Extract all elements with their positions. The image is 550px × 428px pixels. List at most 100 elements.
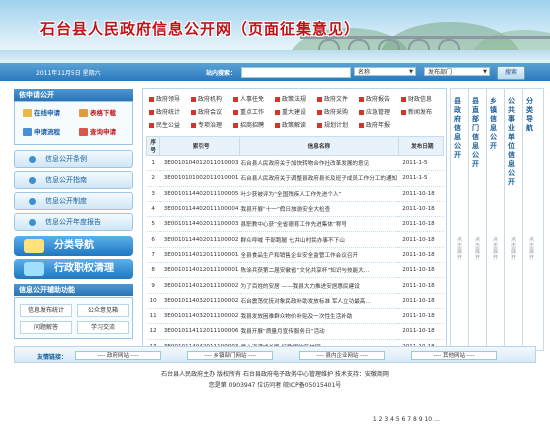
table-row[interactable]: 1 3E0010104012011010003 石台县人民政府关于加快转物合作社改革… <box>146 155 444 172</box>
query-apply-button[interactable]: 查询申请 <box>79 127 131 138</box>
category-item[interactable]: 专项治理 <box>191 120 222 129</box>
category-item[interactable]: 规划计划 <box>317 120 348 129</box>
row-title[interactable]: 叶少获被评为“全国残疾人工作先进个人” <box>239 186 399 202</box>
footer-visitors: 您是第 0903947 位访问者 皖ICP备05015401号 <box>208 382 342 389</box>
row-date: 2011-1-5 <box>398 155 444 172</box>
category-item[interactable]: 政府领导 <box>149 94 180 103</box>
category-item[interactable]: 重大建设 <box>275 107 306 116</box>
row-title[interactable]: 为了百姓的安居 ——我县大力推进安居惠民建设 <box>239 277 399 294</box>
row-title[interactable]: 县职教中心获“全省德育工作先进集体”称号 <box>239 216 399 233</box>
folder-icon <box>24 239 44 253</box>
menu-system[interactable]: 信息公开制度 <box>14 192 133 210</box>
apply-box: 在线申请 表格下载 申请流程 查询申请 <box>14 101 133 145</box>
category-item[interactable]: 人事任免 <box>233 94 264 103</box>
download-icon <box>79 109 88 117</box>
apply-process-button[interactable]: 申请流程 <box>23 127 75 138</box>
links-select-enterprise[interactable]: ---- 县内企业网站 ---- <box>299 351 385 360</box>
search-input[interactable] <box>241 67 351 78</box>
vcol-category-nav[interactable]: 分类导航 点击展开 <box>522 88 544 351</box>
table-row[interactable]: 12 3E0010114112011100006 我县开展“质量月宣传服务日”活动 2… <box>146 323 444 340</box>
category-item[interactable]: 政策法规 <box>275 94 306 103</box>
row-title[interactable]: 我县开展“十一”假日旅游安全大检查 <box>239 201 399 218</box>
menu-label: 信息公开条例 <box>45 155 87 163</box>
row-title[interactable]: 群众呼喊 干部跑腿 七井山村民办事不下山 <box>239 231 399 248</box>
current-date: 2011年11月5日 星期六 <box>36 70 101 77</box>
vcol-expand-link[interactable]: 点击展开 <box>511 237 519 261</box>
admin-power-button[interactable]: 行政职权清理 <box>14 259 133 279</box>
vcol-expand-link[interactable]: 点击展开 <box>475 237 483 261</box>
row-number: 8 <box>146 262 160 279</box>
search-label: 站内搜索： <box>206 70 237 77</box>
dept-select[interactable]: 发布部门 ▼ <box>424 67 490 76</box>
category-item[interactable]: 民生公益 <box>149 120 180 129</box>
form-download-button[interactable]: 表格下载 <box>79 108 131 119</box>
tool-study[interactable]: 学习交流 <box>77 321 129 334</box>
vcol-title: 县直部门信息公开 <box>472 97 479 168</box>
table-row[interactable]: 8 3E0010114012011100001 陈涂兵获第二届安徽省“文化共享杯”知… <box>146 262 444 279</box>
vcol-expand-link[interactable]: 点击展开 <box>493 237 501 261</box>
table-row[interactable]: 10 3E0010114032011100002 石台震荡优抚对象民政补助发放标准 … <box>146 293 444 309</box>
table-row[interactable]: 3 3E0010114402011100005 叶少获被评为“全国残疾人工作先进个人… <box>146 186 444 202</box>
table-row[interactable]: 11 3E0010114032011100002 我县发放困难群众物价补贴及一次性生… <box>146 308 444 325</box>
row-date: 2011-10-18 <box>398 247 444 264</box>
links-select-other[interactable]: ---- 其他网站 ---- <box>411 351 497 360</box>
category-item[interactable]: 政府文件 <box>317 94 348 103</box>
row-title[interactable]: 石台震荡优抚对象民政补助发放标准 军人立功最高… <box>239 293 399 309</box>
menu-guide[interactable]: 信息公开指南 <box>14 171 133 189</box>
category-item[interactable]: 招商招聘 <box>233 120 264 129</box>
site-title: 石台县人民政府信息公开网（页面征集意见） <box>40 20 361 38</box>
category-icon <box>191 110 196 115</box>
row-title[interactable]: 我县开展“质量月宣传服务日”活动 <box>239 323 399 340</box>
table-row[interactable]: 4 3E0010114402011100004 我县开展“十一”假日旅游安全大检查 2… <box>146 201 444 218</box>
category-item[interactable]: 政策解读 <box>275 120 306 129</box>
search-button[interactable]: 搜索 <box>497 66 525 80</box>
search-type-select[interactable]: 名称 ▼ <box>354 67 416 76</box>
category-item[interactable]: 政府统计 <box>149 107 180 116</box>
row-title[interactable]: 石台县人民政府关于加快转物合作社改革发展的意见 <box>239 155 399 172</box>
category-nav-button[interactable]: 分类导航 <box>14 236 133 256</box>
menu-regulations[interactable]: 信息公开条例 <box>14 150 133 168</box>
links-select-township[interactable]: ---- 乡镇部门网站 ---- <box>187 351 273 360</box>
row-title[interactable]: 我县发放困难群众物价补贴及一次性生活补助 <box>239 308 399 325</box>
tool-feedback[interactable]: 公众意见箱 <box>77 304 129 317</box>
table-row[interactable]: 7 3E0010114012011100001 全县食品生产和销售企业安全监管工作会… <box>146 247 444 264</box>
table-row[interactable]: 9 3E0010114012011100002 为了百姓的安居 ——我县大力推进安居… <box>146 277 444 294</box>
category-label: 政策解读 <box>282 122 307 129</box>
row-number: 4 <box>146 201 160 218</box>
category-item[interactable]: 政府报告 <box>359 94 390 103</box>
category-item[interactable]: 政府年报 <box>359 120 390 129</box>
category-icon <box>275 110 280 115</box>
row-title[interactable]: 全县食品生产和销售企业安全监管工作会议召开 <box>239 247 399 264</box>
table-row[interactable]: 5 3E0010114402011100003 县职教中心获“全省德育工作先进集体”… <box>146 216 444 233</box>
row-number: 11 <box>146 308 160 325</box>
vcol-expand-link[interactable]: 点击展开 <box>457 237 465 261</box>
menu-annual-report[interactable]: 信息公开年度报告 <box>14 213 133 231</box>
category-icon <box>149 110 154 115</box>
pagination[interactable]: 1 2 3 4 5 6 7 8 9 10 … <box>373 416 440 423</box>
category-item[interactable]: 重点工作 <box>233 107 264 116</box>
category-item[interactable]: 财政信息 <box>401 94 432 103</box>
main-content: 政府领导 政府机构 人事任免 政策法规 政府文件 政府报告 财政信息 政府统计 … <box>142 88 447 423</box>
vcol-expand-link[interactable]: 点击展开 <box>529 237 537 261</box>
category-item[interactable]: 政府采购 <box>317 107 348 116</box>
category-item[interactable]: 政府会议 <box>191 107 222 116</box>
row-number: 5 <box>146 216 160 233</box>
bridge-arch <box>378 39 400 50</box>
category-label: 新闻发布 <box>408 109 433 116</box>
table-row[interactable]: 6 3E0010114402011100002 群众呼喊 干部跑腿 七井山村民办事不… <box>146 231 444 248</box>
table-row[interactable]: 2 3E0010101002011010001 石台县人民政府关于调整县政府县长及班… <box>146 170 444 187</box>
apply-process-label: 申请流程 <box>34 128 60 136</box>
tool-stats[interactable]: 信息发布统计 <box>20 304 72 317</box>
row-title[interactable]: 陈涂兵获第二届安徽省“文化共享杯”知识与技能大… <box>239 262 399 279</box>
big-button-label: 分类导航 <box>54 240 94 251</box>
links-select-gov[interactable]: ---- 政府网站 ---- <box>75 351 161 360</box>
row-title[interactable]: 石台县人民政府关于调整县政府县长及班子成员工作分工的通知 <box>239 170 399 187</box>
category-item[interactable]: 应急管理 <box>359 107 390 116</box>
online-apply-button[interactable]: 在线申请 <box>23 108 75 119</box>
row-date: 2011-10-18 <box>398 201 444 218</box>
category-item[interactable]: 政府机构 <box>191 94 222 103</box>
category-label: 政府会议 <box>198 109 223 116</box>
category-item[interactable]: 新闻发布 <box>401 107 432 116</box>
tool-faq[interactable]: 问题解答 <box>20 321 72 334</box>
bullet-icon <box>29 156 36 163</box>
